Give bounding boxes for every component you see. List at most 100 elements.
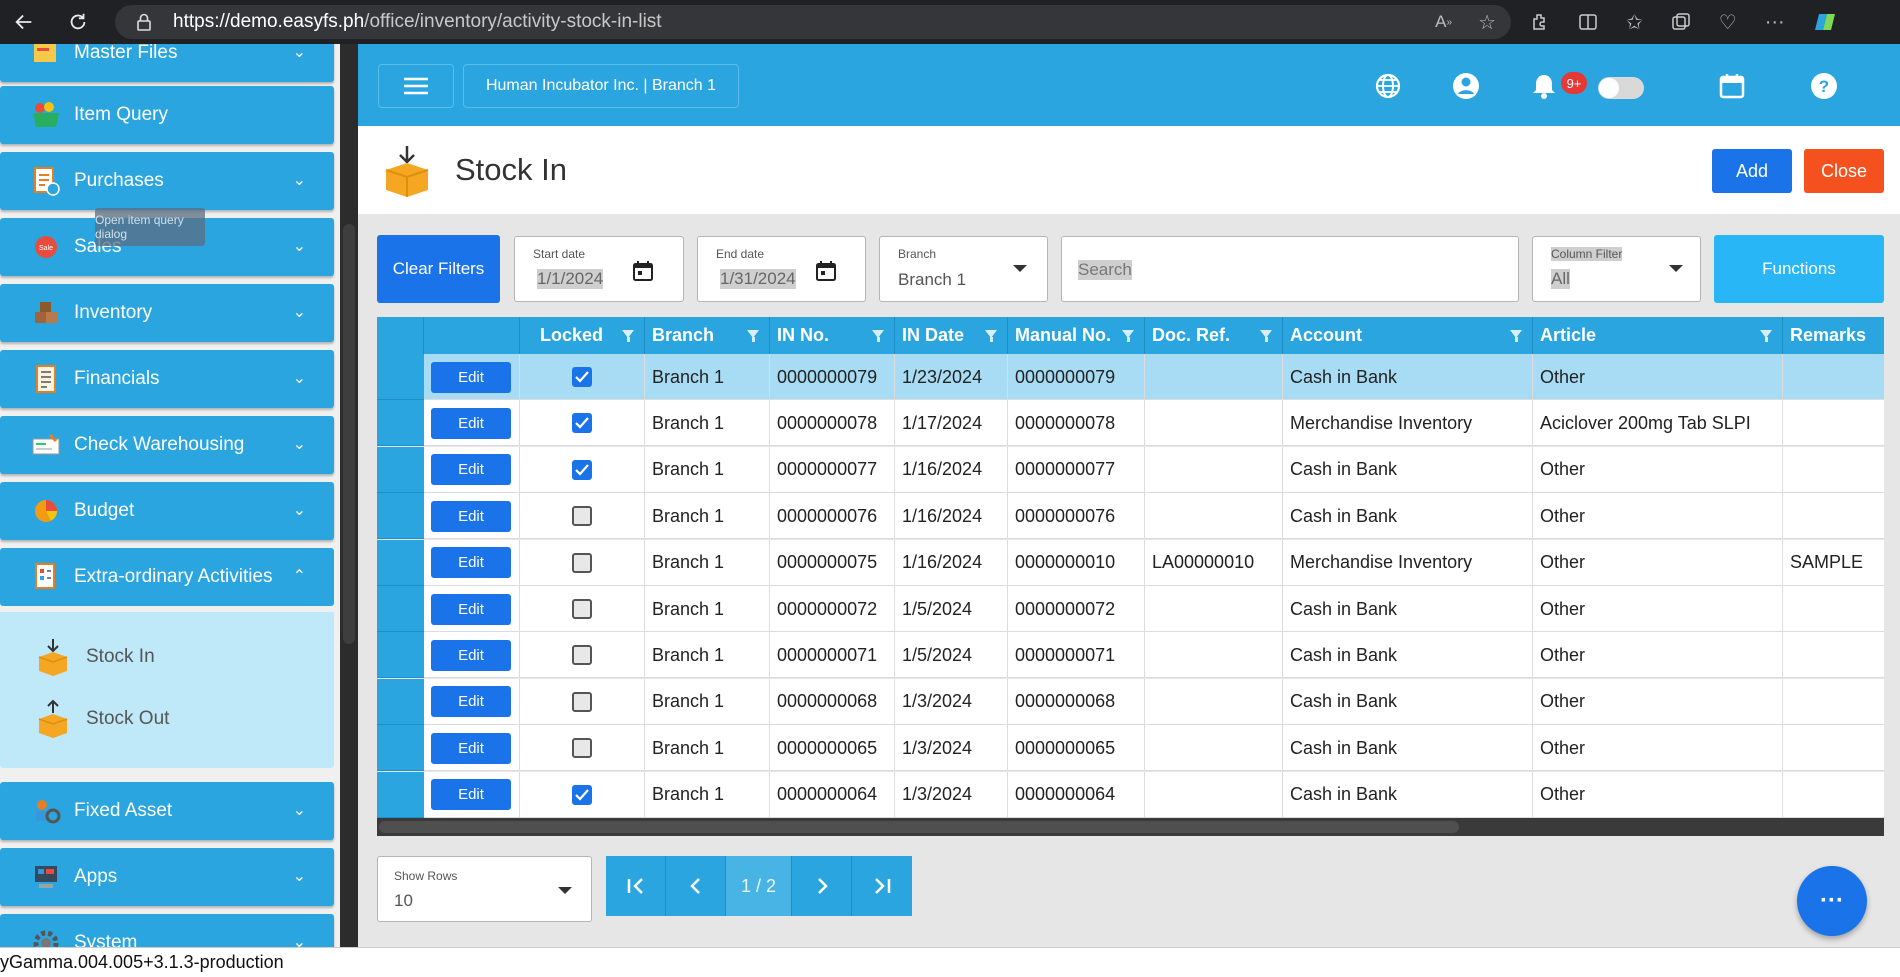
filter-icon[interactable] [1510,330,1522,342]
address-bar[interactable]: https://demo.easyfs.ph/office/inventory/… [115,5,1511,39]
row-header[interactable] [377,678,424,725]
table-row[interactable]: Edit Branch 1 0000000079 1/23/2024 000000007… [377,354,1884,400]
copilot-icon[interactable] [1813,10,1837,34]
row-header[interactable] [377,725,424,772]
start-date-field[interactable]: Start date 1/1/2024 [514,236,684,302]
filter-icon[interactable] [1122,330,1134,342]
column-header-account[interactable]: Account [1283,317,1533,354]
sidebar-subitem-stock-out[interactable]: Stock Out [34,694,169,744]
collections-icon[interactable] [1671,12,1691,32]
add-button[interactable]: Add [1712,149,1792,193]
locked-checkbox[interactable] [572,413,592,434]
read-aloud-icon[interactable]: A» [1435,12,1452,32]
notification-bell-icon[interactable] [1528,70,1560,102]
favorites-icon[interactable]: ✩ [1626,10,1643,35]
favorite-star-icon[interactable]: ☆ [1478,10,1496,35]
sidebar-item-master-files[interactable]: Master Files ⌄ [0,44,334,82]
sidebar-item-purchases[interactable]: Purchases ⌄ [0,152,334,210]
edit-button[interactable]: Edit [431,407,511,439]
edit-button[interactable]: Edit [431,547,511,579]
column-header-doc-ref[interactable]: Doc. Ref. [1145,317,1283,354]
sidebar-item-apps[interactable]: Apps ⌄ [0,848,334,906]
column-header-in-no[interactable]: IN No. [770,317,895,354]
row-header[interactable] [377,586,424,632]
calendar-icon[interactable] [1716,70,1748,102]
filter-icon[interactable] [747,330,759,342]
row-header[interactable] [377,354,424,400]
close-button[interactable]: Close [1804,149,1884,193]
column-header-manual-no[interactable]: Manual No. [1008,317,1145,354]
filter-icon[interactable] [1260,330,1272,342]
table-horizontal-scrollbar[interactable] [377,818,1884,836]
scrollbar-thumb[interactable] [379,821,1459,833]
functions-button[interactable]: Functions [1714,235,1884,303]
sidebar-item-fixed-asset[interactable]: Fixed Asset ⌄ [0,782,334,840]
table-row[interactable]: Edit Branch 1 0000000075 1/16/2024 000000001… [377,539,1884,586]
scrollbar-thumb[interactable] [343,224,355,644]
edit-button[interactable]: Edit [431,779,511,811]
edit-button[interactable]: Edit [431,686,511,718]
edit-button[interactable]: Edit [431,639,511,671]
table-row[interactable]: Edit Branch 1 0000000071 1/5/2024 0000000071… [377,632,1884,679]
previous-page-button[interactable] [666,856,726,916]
locked-checkbox[interactable] [572,459,592,480]
column-header-locked[interactable]: Locked [520,317,645,354]
calendar-icon[interactable] [814,259,838,283]
edit-button[interactable]: Edit [431,454,511,486]
next-page-button[interactable] [792,856,852,916]
sidebar-scrollbar[interactable] [340,44,358,947]
dark-mode-toggle[interactable] [1598,77,1644,99]
locked-checkbox[interactable] [572,506,592,527]
filter-icon[interactable] [622,330,634,342]
table-row[interactable]: Edit Branch 1 0000000068 1/3/2024 0000000068… [377,678,1884,725]
company-branch-selector[interactable]: Human Incubator Inc. | Branch 1 [463,64,739,108]
extensions-icon[interactable] [1530,12,1550,32]
back-icon[interactable] [4,0,44,44]
filter-icon[interactable] [985,330,997,342]
locked-checkbox[interactable] [572,599,592,619]
branch-select[interactable]: Branch Branch 1 [879,236,1048,302]
end-date-field[interactable]: End date 1/31/2024 [697,236,866,302]
table-row[interactable]: Edit Branch 1 0000000072 1/5/2024 0000000072… [377,586,1884,632]
globe-icon[interactable] [1372,70,1404,102]
row-header[interactable] [377,493,424,540]
sidebar-item-budget[interactable]: Budget ⌄ [0,482,334,540]
table-row[interactable]: Edit Branch 1 0000000065 1/3/2024 0000000065… [377,725,1884,772]
filter-icon[interactable] [872,330,884,342]
split-screen-icon[interactable] [1578,12,1598,32]
health-heart-icon[interactable]: ♡ [1719,10,1737,35]
sidebar-item-inventory[interactable]: Inventory ⌄ [0,284,334,342]
table-row[interactable]: Edit Branch 1 0000000076 1/16/2024 000000007… [377,493,1884,540]
more-menu-icon[interactable]: ··· [1765,11,1785,34]
locked-checkbox[interactable] [572,784,592,805]
more-actions-fab[interactable]: ··· [1797,866,1867,936]
row-header[interactable] [377,771,424,818]
edit-button[interactable]: Edit [431,361,511,393]
menu-toggle-button[interactable] [378,64,454,108]
locked-checkbox[interactable] [572,552,592,573]
column-filter-select[interactable]: Column Filter All [1532,236,1701,302]
column-header-in-date[interactable]: IN Date [895,317,1008,354]
row-header[interactable] [377,446,424,493]
sidebar-item-item-query[interactable]: Item Query [0,86,334,144]
sidebar-subitem-stock-in[interactable]: Stock In [34,632,155,682]
locked-checkbox[interactable] [572,691,592,712]
column-header-branch[interactable]: Branch [645,317,770,354]
locked-checkbox[interactable] [572,738,592,759]
sidebar-item-system[interactable]: System ⌄ [0,914,334,947]
account-icon[interactable] [1450,70,1482,102]
calendar-icon[interactable] [631,259,655,283]
lock-icon[interactable] [135,13,153,31]
locked-checkbox[interactable] [572,367,592,387]
sidebar-item-check-warehousing[interactable]: Check Warehousing ⌄ [0,416,334,474]
edit-button[interactable]: Edit [431,732,511,764]
refresh-icon[interactable] [58,0,98,44]
column-header-article[interactable]: Article [1533,317,1783,354]
sidebar-item-extra-ordinary-activities[interactable]: Extra-ordinary Activities ⌃ [0,548,334,606]
table-row[interactable]: Edit Branch 1 0000000064 1/3/2024 0000000064… [377,771,1884,818]
column-header-remarks[interactable]: Remarks [1783,317,1884,354]
row-header[interactable] [377,539,424,586]
search-input[interactable]: Search [1061,236,1519,302]
clear-filters-button[interactable]: Clear Filters [377,235,500,303]
table-row[interactable]: Edit Branch 1 0000000077 1/16/2024 000000007… [377,446,1884,493]
